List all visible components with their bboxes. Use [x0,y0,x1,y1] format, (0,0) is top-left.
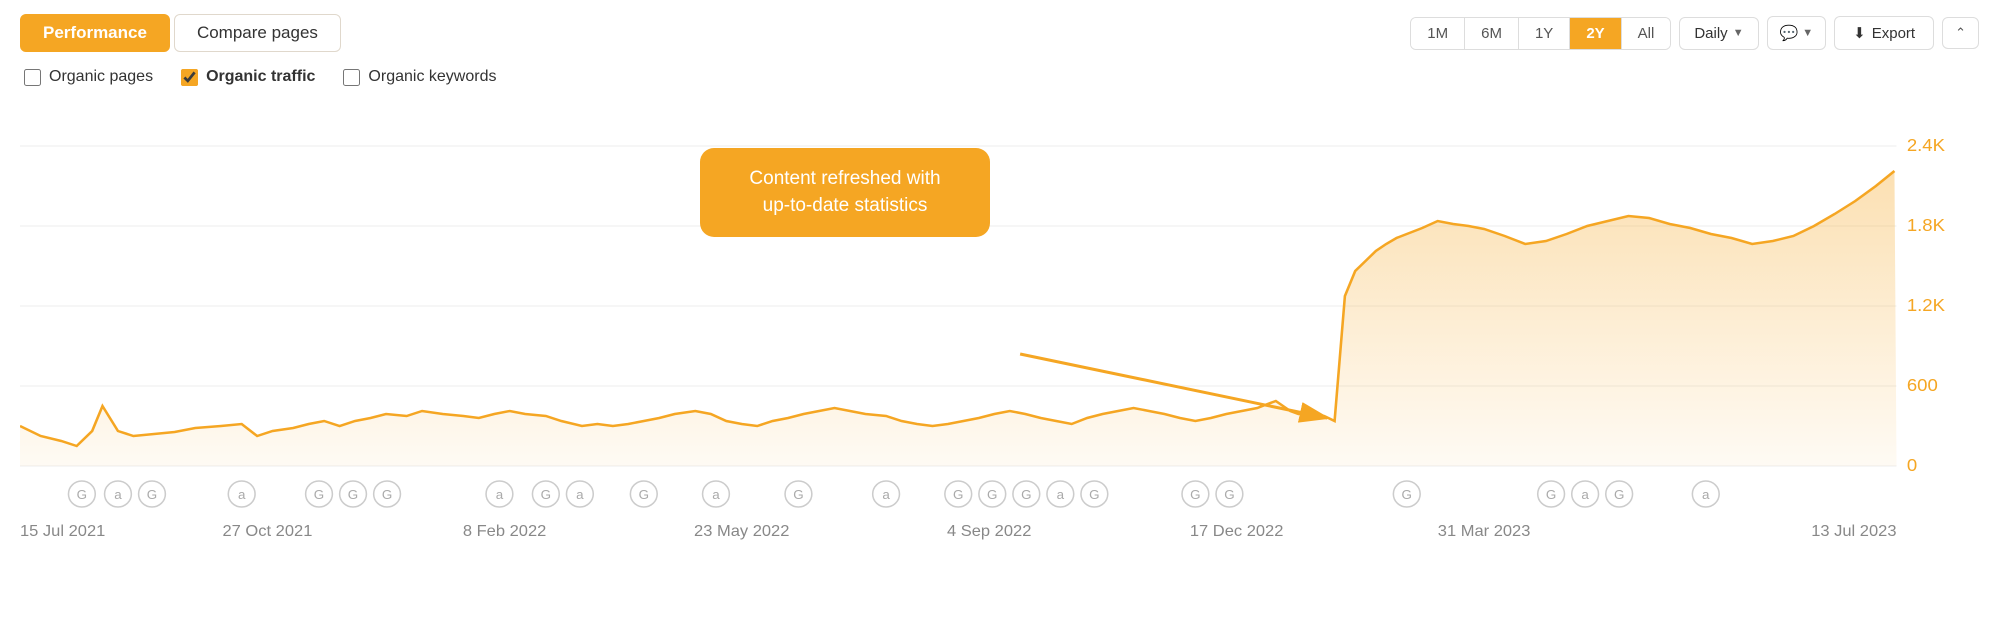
comment-button[interactable]: 💬 ▼ [1767,16,1827,50]
organic-pages-checkbox-item[interactable]: Organic pages [24,68,153,86]
svg-text:G: G [987,487,997,502]
export-button[interactable]: ⬇ Export [1834,16,1934,50]
organic-keywords-checkbox[interactable] [343,69,360,86]
export-label: Export [1872,25,1915,42]
time-1y[interactable]: 1Y [1519,18,1570,49]
svg-text:G: G [1546,487,1556,502]
daily-label: Daily [1694,25,1727,42]
svg-text:17 Dec 2022: 17 Dec 2022 [1190,522,1284,540]
svg-text:G: G [1190,487,1200,502]
organic-pages-checkbox[interactable] [24,69,41,86]
daily-dropdown[interactable]: Daily ▼ [1679,17,1758,50]
tab-performance[interactable]: Performance [20,14,170,52]
time-2y[interactable]: 2Y [1570,18,1621,49]
svg-text:a: a [1057,487,1065,502]
svg-text:G: G [1224,487,1234,502]
organic-traffic-checkbox[interactable] [181,69,198,86]
svg-text:15 Jul 2021: 15 Jul 2021 [20,522,105,540]
svg-text:a: a [1581,487,1589,502]
comment-icon: 💬 [1780,24,1799,42]
time-group: 1M 6M 1Y 2Y All [1410,17,1671,50]
svg-text:G: G [953,487,963,502]
time-all[interactable]: All [1622,18,1671,49]
time-6m[interactable]: 6M [1465,18,1519,49]
svg-text:0: 0 [1907,454,1917,475]
svg-text:a: a [114,487,122,502]
svg-text:a: a [238,487,246,502]
svg-text:G: G [382,487,392,502]
svg-text:27 Oct 2021: 27 Oct 2021 [223,522,313,540]
svg-text:G: G [1089,487,1099,502]
chevron-up-icon: ⌃ [1955,25,1966,41]
svg-text:a: a [576,487,584,502]
svg-text:8 Feb 2022: 8 Feb 2022 [463,522,546,540]
svg-text:23 May 2022: 23 May 2022 [694,522,789,540]
svg-text:a: a [1702,487,1710,502]
organic-keywords-checkbox-item[interactable]: Organic keywords [343,68,496,86]
comment-chevron-icon: ▼ [1802,27,1813,39]
svg-text:13 Jul 2023: 13 Jul 2023 [1811,522,1896,540]
svg-text:a: a [882,487,890,502]
main-container: Performance Compare pages 1M 6M 1Y 2Y Al… [0,0,1999,633]
svg-text:G: G [639,487,649,502]
svg-text:G: G [1614,487,1624,502]
svg-text:G: G [1402,487,1412,502]
svg-text:a: a [496,487,504,502]
top-bar: Performance Compare pages 1M 6M 1Y 2Y Al… [20,14,1979,52]
svg-text:G: G [77,487,87,502]
svg-text:a: a [712,487,720,502]
svg-text:600: 600 [1907,374,1938,395]
tab-group: Performance Compare pages [20,14,341,52]
svg-text:G: G [793,487,803,502]
svg-text:1.2K: 1.2K [1907,294,1945,315]
chart-area: Content refreshed with up-to-date statis… [20,96,1979,546]
svg-text:2.4K: 2.4K [1907,134,1945,155]
organic-keywords-label: Organic keywords [368,68,496,86]
svg-text:G: G [147,487,157,502]
collapse-button[interactable]: ⌃ [1942,17,1979,49]
organic-pages-label: Organic pages [49,68,153,86]
time-1m[interactable]: 1M [1411,18,1465,49]
svg-text:G: G [314,487,324,502]
chart-svg: 2.4K 1.8K 1.2K 600 0 [20,96,1979,546]
svg-text:G: G [1021,487,1031,502]
svg-text:G: G [348,487,358,502]
checkbox-row: Organic pages Organic traffic Organic ke… [20,68,1979,86]
svg-text:1.8K: 1.8K [1907,214,1945,235]
svg-text:31 Mar 2023: 31 Mar 2023 [1438,522,1531,540]
organic-traffic-checkbox-item[interactable]: Organic traffic [181,68,315,86]
organic-traffic-label: Organic traffic [206,68,315,86]
export-icon: ⬇ [1853,24,1866,42]
svg-text:G: G [541,487,551,502]
chevron-down-icon: ▼ [1733,27,1744,39]
controls: 1M 6M 1Y 2Y All Daily ▼ 💬 ▼ ⬇ Export ⌃ [1410,16,1979,50]
svg-text:4 Sep 2022: 4 Sep 2022 [947,522,1031,540]
tab-compare-pages[interactable]: Compare pages [174,14,341,52]
